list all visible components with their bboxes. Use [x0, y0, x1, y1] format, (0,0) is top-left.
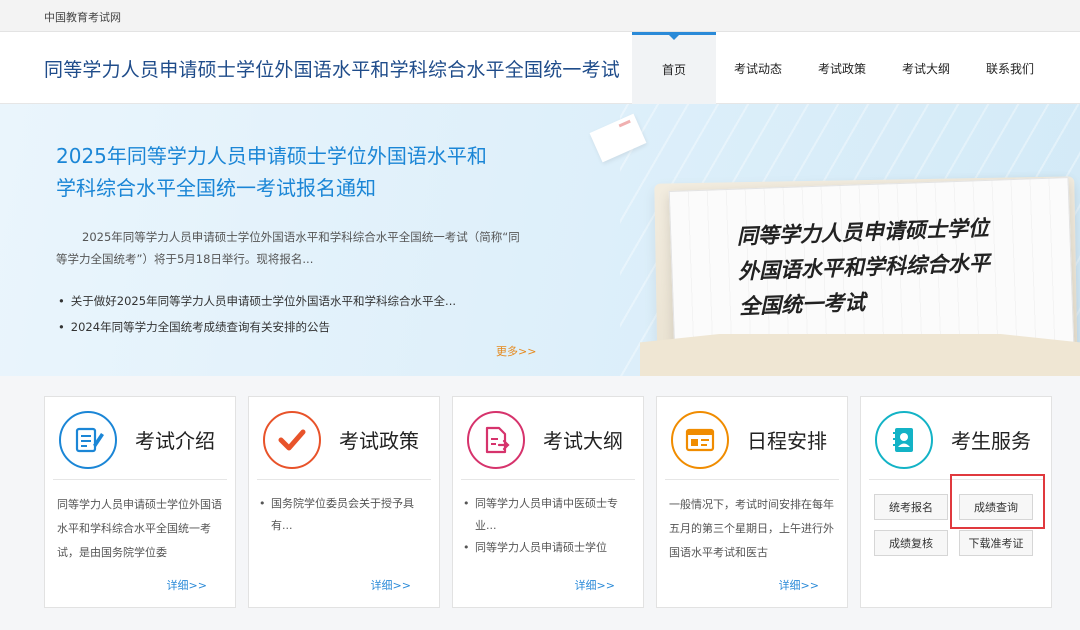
nav-contact-us[interactable]: 联系我们: [968, 32, 1052, 104]
list-item[interactable]: 同等学力人员申请硕士学位: [463, 537, 635, 559]
letter-card-text: 同等学力人员申请硕士学位 外国语水平和学科综合水平 全国统一考试: [736, 208, 1069, 324]
download-admission-ticket-button[interactable]: 下载准考证: [959, 530, 1033, 556]
detail-link[interactable]: 详细>>: [575, 577, 615, 593]
more-link[interactable]: 更多>>: [496, 343, 536, 359]
main-nav: 首页 考试动态 考试政策 考试大纲 联系我们: [632, 32, 1052, 104]
banner-headline-line2: 学科综合水平全国统一考试报名通知: [56, 176, 376, 200]
card-divider: [461, 479, 635, 480]
calendar-screen-icon: [671, 411, 729, 469]
student-id-icon: [875, 411, 933, 469]
banner-summary: 2025年同等学力人员申请硕士学位外国语水平和学科综合水平全国统一考试（简称“同…: [56, 230, 520, 266]
banner-headline-line1: 2025年同等学力人员申请硕士学位外国语水平和: [56, 144, 487, 168]
card-list: 同等学力人员申请中医硕士专业... 同等学力人员申请硕士学位: [463, 493, 635, 559]
list-item[interactable]: 同等学力人员申请中医硕士专业...: [463, 493, 635, 537]
banner-link-list: 关于做好2025年同等学力人员申请硕士学位外国语水平和学科综合水平全... 20…: [58, 288, 528, 340]
card-divider: [53, 479, 227, 480]
card-divider: [257, 479, 431, 480]
card-body: 同等学力人员申请硕士学位外国语水平和学科综合水平全国统一考试，是由国务院学位委: [57, 498, 222, 559]
card-body: 一般情况下，考试时间安排在每年五月的第三个星期日，上午进行外国语水平考试和医古: [669, 498, 834, 559]
banner-link-item[interactable]: 关于做好2025年同等学力人员申请硕士学位外国语水平和学科综合水平全...: [58, 288, 528, 314]
card-divider: [665, 479, 839, 480]
nav-exam-policy[interactable]: 考试政策: [800, 32, 884, 104]
card-exam-policy: 考试政策 国务院学位委员会关于授予具有... 详细>>: [248, 396, 440, 608]
card-exam-intro: 考试介绍 同等学力人员申请硕士学位外国语水平和学科综合水平全国统一考试，是由国务…: [44, 396, 236, 608]
envelope-front-graphic: [640, 334, 1080, 376]
card-schedule: 日程安排 一般情况下，考试时间安排在每年五月的第三个星期日，上午进行外国语水平考…: [656, 396, 848, 608]
card-title: 考试大纲: [543, 429, 623, 453]
card-list: 国务院学位委员会关于授予具有...: [259, 493, 431, 537]
exam-registration-button[interactable]: 统考报名: [874, 494, 948, 520]
nav-home[interactable]: 首页: [632, 32, 716, 104]
highlight-box: [950, 474, 1045, 529]
banner-link-item[interactable]: 2024年同等学力全国统考成绩查询有关安排的公告: [58, 314, 528, 340]
detail-link[interactable]: 详细>>: [167, 577, 207, 593]
detail-link[interactable]: 详细>>: [371, 577, 411, 593]
card-title: 考生服务: [951, 429, 1031, 453]
banner-headline[interactable]: 2025年同等学力人员申请硕士学位外国语水平和 学科综合水平全国统一考试报名通知: [56, 140, 526, 204]
nav-exam-syllabus[interactable]: 考试大纲: [884, 32, 968, 104]
card-title: 考试介绍: [135, 429, 215, 453]
file-export-icon: [467, 411, 525, 469]
list-item[interactable]: 国务院学位委员会关于授予具有...: [259, 493, 431, 537]
nav-exam-news[interactable]: 考试动态: [716, 32, 800, 104]
hero-banner: 2025年同等学力人员申请硕士学位外国语水平和 学科综合水平全国统一考试报名通知…: [0, 104, 1080, 376]
site-name-link[interactable]: 中国教育考试网: [44, 9, 121, 25]
document-pen-icon: [59, 411, 117, 469]
card-title: 日程安排: [747, 429, 827, 453]
detail-link[interactable]: 详细>>: [779, 577, 819, 593]
checkmark-icon: [263, 411, 321, 469]
header: 同等学力人员申请硕士学位外国语水平和学科综合水平全国统一考试 首页 考试动态 考…: [0, 32, 1080, 104]
page-title: 同等学力人员申请硕士学位外国语水平和学科综合水平全国统一考试: [44, 59, 621, 81]
top-strip: 中国教育考试网: [0, 0, 1080, 32]
score-review-button[interactable]: 成绩复核: [874, 530, 948, 556]
card-title: 考试政策: [339, 429, 419, 453]
card-exam-syllabus: 考试大纲 同等学力人员申请中医硕士专业... 同等学力人员申请硕士学位 详细>>: [452, 396, 644, 608]
